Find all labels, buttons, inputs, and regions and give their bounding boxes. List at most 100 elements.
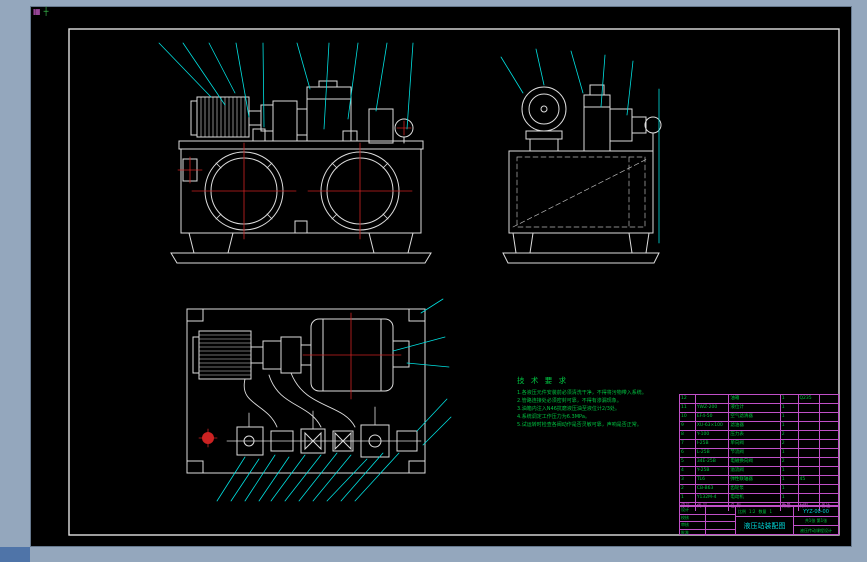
parts-row: 6 L-25B 节流阀 1: [680, 448, 838, 457]
parts-cell: 2: [680, 485, 696, 493]
parts-cell: [799, 485, 821, 493]
parts-cell: [820, 413, 838, 421]
parts-cell: 5: [680, 458, 696, 466]
technical-notes: 技 术 要 求 1.各液压元件安装前必须清洗干净，不得将污物带入系统。 2.管路连…: [517, 375, 689, 429]
approve-label: 批准: [680, 529, 706, 536]
drawing-canvas[interactable]: ▦ ┼ 技 术 要 求 1.各液压元件安装前必须清洗干净，不得将污物带入系统。 …: [30, 6, 852, 547]
parts-cell: [820, 449, 838, 457]
parts-cell: [820, 485, 838, 493]
note-line: 5.试运转时检查各阀动作是否灵敏可靠，声响是否正常。: [517, 422, 642, 428]
parts-cell: 1: [680, 494, 696, 502]
parts-cell: [696, 395, 730, 403]
cad-viewer-window: { "app": { "background": "#94a7bd", "can…: [0, 0, 867, 562]
note-line: 1.各液压元件安装前必须清洗干净，不得将污物带入系统。: [517, 390, 647, 396]
parts-cell: [820, 440, 838, 448]
parts-cell: I-25B: [696, 440, 730, 448]
note-line: 4.系统调定工作压力为6.3MPa。: [517, 414, 590, 420]
parts-cell: 8: [680, 431, 696, 439]
side-view-leader-lines: [500, 48, 660, 244]
parts-cell: 溢流阀: [729, 467, 781, 475]
parts-cell: 10: [680, 413, 696, 421]
scale-row: 比例 1:2 数量 1: [736, 507, 793, 517]
parts-cell: 电磁换向阀: [729, 458, 781, 466]
parts-cell: 压力表: [729, 431, 781, 439]
parts-cell: 1: [781, 467, 799, 475]
parts-cell: 1: [781, 494, 799, 502]
parts-cell: 油箱: [729, 395, 781, 403]
parts-cell: 45: [799, 476, 821, 484]
plan-view-centerlines: [198, 312, 402, 448]
parts-cell: Y132M-4: [696, 494, 730, 502]
parts-cell: 电动机: [729, 494, 781, 502]
parts-cell: [820, 404, 838, 412]
scale-value: 1:2: [749, 509, 756, 514]
parts-cell: [820, 467, 838, 475]
parts-cell: YWZ-200: [696, 404, 730, 412]
parts-row: 8 Y-100 压力表 2: [680, 430, 838, 439]
parts-list-table: 12 油箱 1 Q235 11 YWZ-200 液位计 1 10 EF4-50 空气滤清器 1 9 XU-…: [679, 394, 839, 511]
title-block-signatures: 设计 校核 审核 批准: [680, 507, 736, 536]
parts-cell: 1: [781, 476, 799, 484]
parts-cell: XU-63×100: [696, 422, 730, 430]
notes-lines: 1.各液压元件安装前必须清洗干净，不得将污物带入系统。 2.管路连接处必须密封可靠…: [517, 389, 689, 429]
parts-cell: 滤油器: [729, 422, 781, 430]
plan-view-leader-lines: [216, 298, 452, 502]
parts-cell: 2: [781, 431, 799, 439]
parts-cell: 1: [781, 404, 799, 412]
parts-cell: L-25B: [696, 449, 730, 457]
parts-cell: [799, 467, 821, 475]
parts-cell: [799, 422, 821, 430]
parts-cell: 7: [680, 440, 696, 448]
parts-cell: 9: [680, 422, 696, 430]
parts-cell: CB-B63: [696, 485, 730, 493]
notes-title: 技 术 要 求: [517, 376, 569, 385]
qty-label: 数量: [758, 509, 767, 514]
parts-cell: 1: [781, 413, 799, 421]
parts-cell: 单向阀: [729, 440, 781, 448]
parts-cell: [820, 422, 838, 430]
note-line: 2.管路连接处必须密封可靠，不得有渗漏现象。: [517, 398, 622, 404]
parts-cell: 2: [781, 458, 799, 466]
parts-cell: 1: [781, 395, 799, 403]
parts-cell: [799, 404, 821, 412]
parts-cell: 节流阀: [729, 449, 781, 457]
plan-view: [186, 308, 426, 474]
parts-cell: 6: [680, 449, 696, 457]
parts-cell: Y-25B: [696, 467, 730, 475]
drawing-title: 液压站装配图: [743, 521, 786, 530]
parts-cell: 液位计: [729, 404, 781, 412]
side-view-hidden-lines: [512, 156, 648, 228]
parts-row: 10 EF4-50 空气滤清器 1: [680, 412, 838, 421]
drawing-number: YYZ-00-00: [794, 507, 838, 518]
parts-cell: 1: [781, 422, 799, 430]
parts-cell: TL6: [696, 476, 730, 484]
parts-cell: 1: [781, 485, 799, 493]
parts-cell: 12: [680, 395, 696, 403]
note-line: 3.油箱内注入N46抗磨液压油至液位计2/3处。: [517, 406, 620, 412]
parts-cell: 11: [680, 404, 696, 412]
plan-view-red-port: [202, 432, 214, 444]
parts-row: 1 Y132M-4 电动机 1: [680, 493, 838, 502]
parts-cell: [820, 458, 838, 466]
organization: 液压传动课程设计: [800, 527, 832, 533]
parts-cell: [820, 494, 838, 502]
window-corner-chip: [0, 547, 30, 562]
title-block: 设计 校核 审核 批准 比例 1:2 数量 1 液压站装配图 YYZ-00-00…: [679, 506, 839, 536]
parts-row: 7 I-25B 单向阀 2: [680, 439, 838, 448]
parts-cell: [799, 494, 821, 502]
parts-cell: [799, 449, 821, 457]
parts-row: 4 Y-25B 溢流阀 1: [680, 466, 838, 475]
title-block-center: 比例 1:2 数量 1 液压站装配图: [736, 507, 794, 534]
parts-cell: 2: [781, 440, 799, 448]
parts-cell: [820, 395, 838, 403]
parts-row: 12 油箱 1 Q235: [680, 395, 838, 403]
parts-cell: 3: [680, 476, 696, 484]
parts-cell: [820, 476, 838, 484]
parts-cell: [799, 431, 821, 439]
front-view: [170, 80, 432, 264]
parts-cell: 34E-25B: [696, 458, 730, 466]
parts-cell: 空气滤清器: [729, 413, 781, 421]
parts-row: 3 TL6 弹性联轴器 1 45: [680, 475, 838, 484]
parts-row: 9 XU-63×100 滤油器 1: [680, 421, 838, 430]
parts-cell: [799, 458, 821, 466]
